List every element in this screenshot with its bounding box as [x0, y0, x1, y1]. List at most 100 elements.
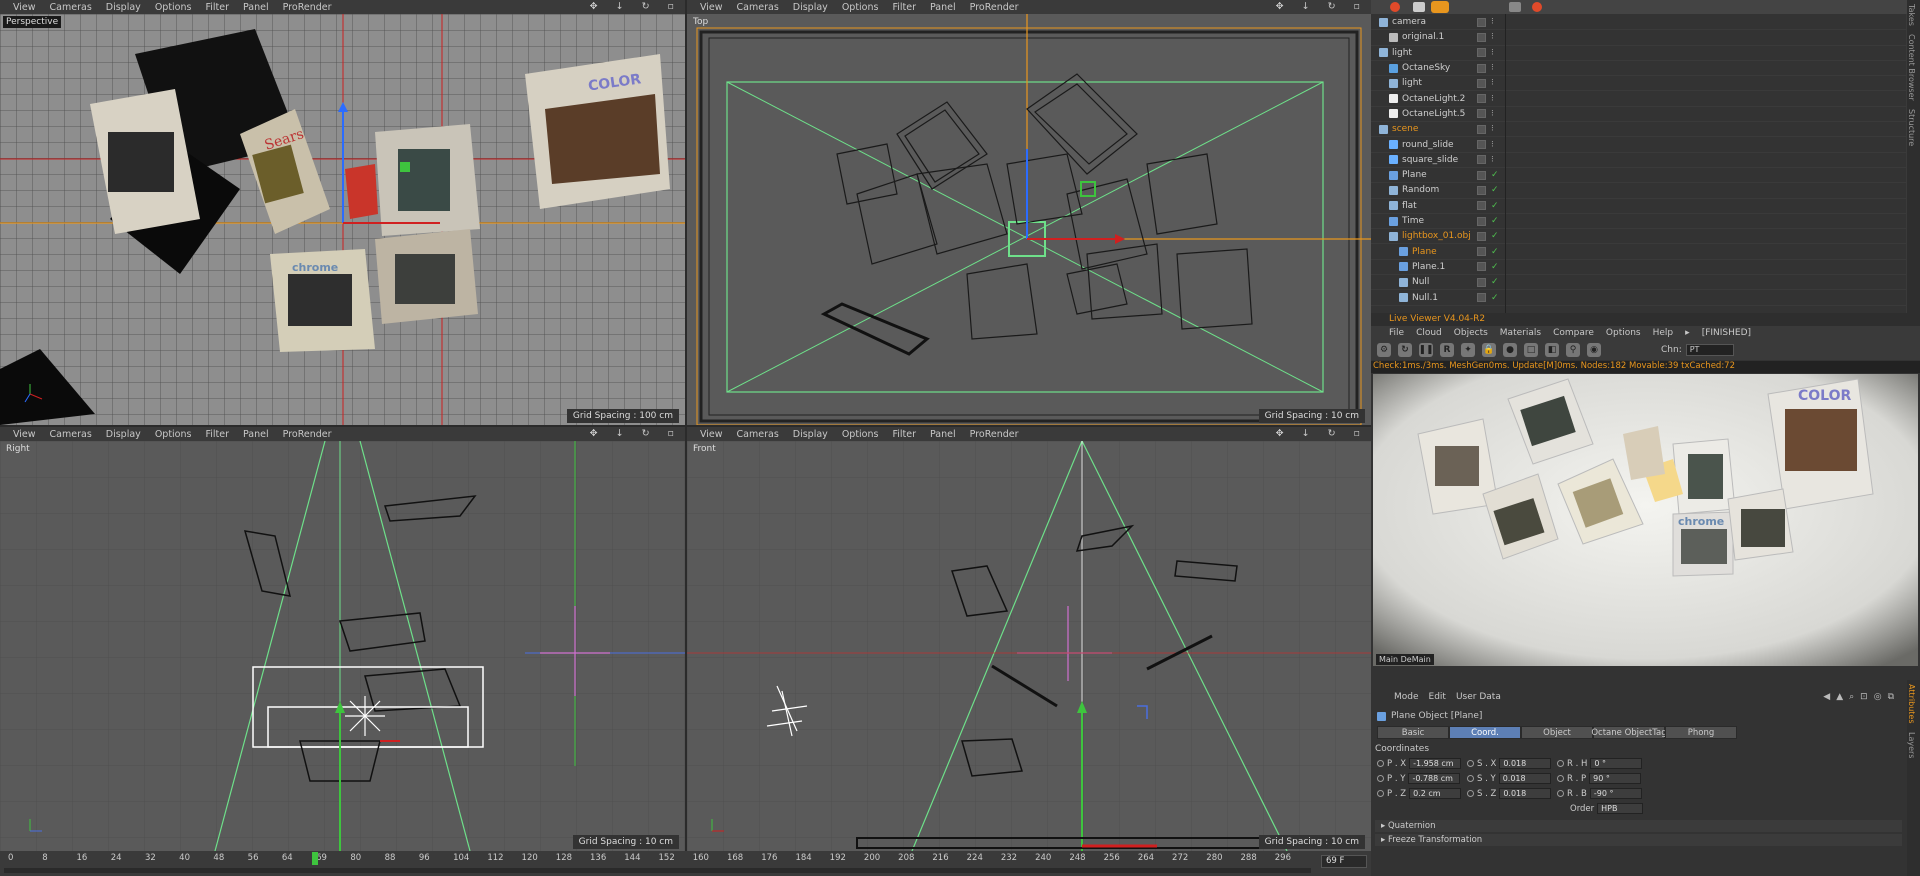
visibility-toggle[interactable] [1477, 231, 1486, 241]
sphere-icon[interactable]: ● [1503, 343, 1517, 357]
position-y-input[interactable]: -0.788 cm [1408, 773, 1461, 784]
object-row[interactable]: original.1 ⁝ [1371, 30, 1906, 46]
channel-dropdown[interactable]: PT [1685, 344, 1734, 356]
keyframe-radio[interactable] [1557, 760, 1564, 767]
current-frame-field[interactable]: 69 F [1321, 855, 1367, 868]
lv-menu-file[interactable]: File [1383, 328, 1410, 338]
object-row[interactable]: camera ⁝ [1371, 15, 1906, 31]
object-row[interactable]: light ⁝ [1371, 46, 1906, 61]
rotate-icon[interactable]: ↻ [635, 428, 657, 439]
layer-dots-icon[interactable]: ⁝ [1491, 78, 1494, 88]
zoom-icon[interactable]: ↓ [609, 1, 631, 12]
top-canvas[interactable]: Top Grid Spacing: 10 cm [687, 14, 1371, 425]
front-canvas[interactable]: Front Grid Spacing: 10 cm [687, 441, 1371, 851]
visibility-toggle[interactable] [1477, 63, 1486, 73]
live-viewer[interactable]: Live Viewer V4.04-R2 File Cloud Objects … [1371, 313, 1920, 680]
tab-basic[interactable]: Basic [1377, 726, 1449, 739]
tab-octane-objecttag[interactable]: Octane ObjectTag [1591, 726, 1667, 739]
side-tab-attributes[interactable]: Attributes [1907, 680, 1916, 728]
viewport-right[interactable]: View Cameras Display Options Filter Pane… [0, 427, 685, 851]
keyframe-radio[interactable] [1377, 775, 1384, 782]
navigation-icons[interactable]: ✥ ↓ ↻ ▫ [583, 428, 681, 439]
enabled-check-icon[interactable]: ✓ [1491, 170, 1499, 180]
enabled-check-icon[interactable]: ✓ [1491, 185, 1499, 195]
menu-display[interactable]: Display [786, 429, 835, 440]
menu-options[interactable]: Options [835, 2, 886, 13]
object-row[interactable]: square_slide ⁝ [1371, 153, 1906, 168]
playhead[interactable] [312, 852, 319, 865]
rotation-h-input[interactable]: 0 ° [1590, 758, 1643, 769]
visibility-toggle[interactable] [1477, 140, 1486, 150]
search-icon[interactable]: ⌕ [1849, 692, 1854, 702]
object-row[interactable]: round_slide ⁝ [1371, 137, 1906, 153]
visibility-toggle[interactable] [1477, 17, 1486, 27]
navigation-icons[interactable]: ✥ ↓ ↻ ▫ [583, 1, 681, 12]
side-tab-structure[interactable]: Structure [1907, 105, 1916, 150]
tab-object[interactable]: Object [1521, 726, 1593, 739]
viewport-perspective[interactable]: View Cameras Display Options Filter Pane… [0, 0, 685, 425]
menu-filter[interactable]: Filter [198, 2, 236, 13]
maximize-icon[interactable]: ▫ [661, 1, 681, 12]
keyframe-radio[interactable] [1377, 790, 1384, 797]
layer-dots-icon[interactable]: ⁝ [1491, 155, 1494, 165]
menu-filter[interactable]: Filter [885, 2, 923, 13]
side-tab-takes[interactable]: Takes [1907, 0, 1916, 30]
side-tab-content-browser[interactable]: Content Browser [1907, 30, 1916, 105]
perspective-canvas[interactable]: Perspective Sears COLOR chrome Grid Spac… [0, 14, 685, 425]
visibility-toggle[interactable] [1477, 185, 1486, 195]
enabled-check-icon[interactable]: ✓ [1491, 201, 1499, 211]
visibility-toggle[interactable] [1477, 247, 1486, 257]
viewport-top[interactable]: View Cameras Display Options Filter Pane… [687, 0, 1371, 425]
visibility-toggle[interactable] [1477, 94, 1486, 104]
menu-display[interactable]: Display [99, 2, 148, 13]
visibility-toggle[interactable] [1477, 216, 1486, 226]
up-arrow-icon[interactable]: ▲ [1836, 692, 1843, 702]
position-z-input[interactable]: 0.2 cm [1409, 788, 1462, 799]
tab-coord[interactable]: Coord. [1449, 726, 1521, 739]
settings-icon[interactable]: ✦ [1461, 343, 1475, 357]
menu-options[interactable]: Options [148, 429, 199, 440]
object-row[interactable]: Plane ✓ [1371, 168, 1906, 184]
expand-icon[interactable]: ⧉ [1888, 692, 1894, 702]
tab-phong[interactable]: Phong [1665, 726, 1737, 739]
object-row[interactable]: scene ⁝ [1371, 122, 1906, 138]
scale-y-input[interactable]: 0.018 [1498, 773, 1551, 784]
object-row[interactable]: light ⁝ [1371, 76, 1906, 92]
pin-icon[interactable]: ⚲ [1566, 343, 1580, 357]
enabled-check-icon[interactable]: ✓ [1491, 262, 1499, 272]
menu-cameras[interactable]: Cameras [730, 429, 786, 440]
lv-menu-objects[interactable]: Objects [1448, 328, 1494, 338]
quaternion-group[interactable]: ▸ Quaternion [1375, 820, 1902, 832]
menu-view[interactable]: View [693, 429, 730, 440]
visibility-toggle[interactable] [1477, 277, 1486, 287]
menu-options[interactable]: Options [148, 2, 199, 13]
layer-dots-icon[interactable]: ⁝ [1491, 109, 1494, 119]
layer-dots-icon[interactable]: ⁝ [1491, 48, 1494, 58]
attr-menu-mode[interactable]: Mode [1389, 692, 1424, 702]
object-row[interactable]: Plane ✓ [1371, 245, 1906, 260]
rotate-icon[interactable]: ↻ [1321, 428, 1343, 439]
freeze-transformation-group[interactable]: ▸ Freeze Transformation [1375, 834, 1902, 846]
object-row[interactable]: Null.1 ✓ [1371, 290, 1906, 306]
enabled-check-icon[interactable]: ✓ [1491, 231, 1499, 241]
timeline[interactable]: 0 8 16 24 32 40 48 56 64 69 80 88 96 104 112 120 128 136 1… [0, 851, 1371, 876]
layer-dots-icon[interactable]: ⁝ [1491, 63, 1494, 73]
right-canvas[interactable]: Right Grid Spacing: 10 cm [0, 441, 685, 851]
object-manager[interactable]: camera ⁝ original.1 ⁝ light ⁝ OctaneSky ⁝ light ⁝… [1371, 0, 1920, 313]
keyframe-radio[interactable] [1467, 760, 1474, 767]
visibility-toggle[interactable] [1477, 78, 1486, 88]
frame-icon[interactable]: □ [1524, 343, 1538, 357]
object-row[interactable]: OctaneLight.2 ⁝ [1371, 92, 1906, 107]
layer-dots-icon[interactable]: ⁝ [1491, 32, 1494, 42]
lv-menu-options[interactable]: Options [1600, 328, 1647, 338]
lock-icon[interactable]: 🔒 [1482, 343, 1496, 357]
rotation-p-input[interactable]: 90 ° [1589, 773, 1642, 784]
object-row[interactable]: Time ✓ [1371, 214, 1906, 230]
object-row[interactable]: Plane.1 ✓ [1371, 260, 1906, 276]
menu-prorender[interactable]: ProRender [276, 2, 339, 13]
menu-display[interactable]: Display [99, 429, 148, 440]
back-arrow-icon[interactable]: ◀ [1823, 692, 1830, 702]
rotate-icon[interactable]: ↻ [635, 1, 657, 12]
menu-view[interactable]: View [6, 429, 43, 440]
menu-cameras[interactable]: Cameras [43, 429, 99, 440]
